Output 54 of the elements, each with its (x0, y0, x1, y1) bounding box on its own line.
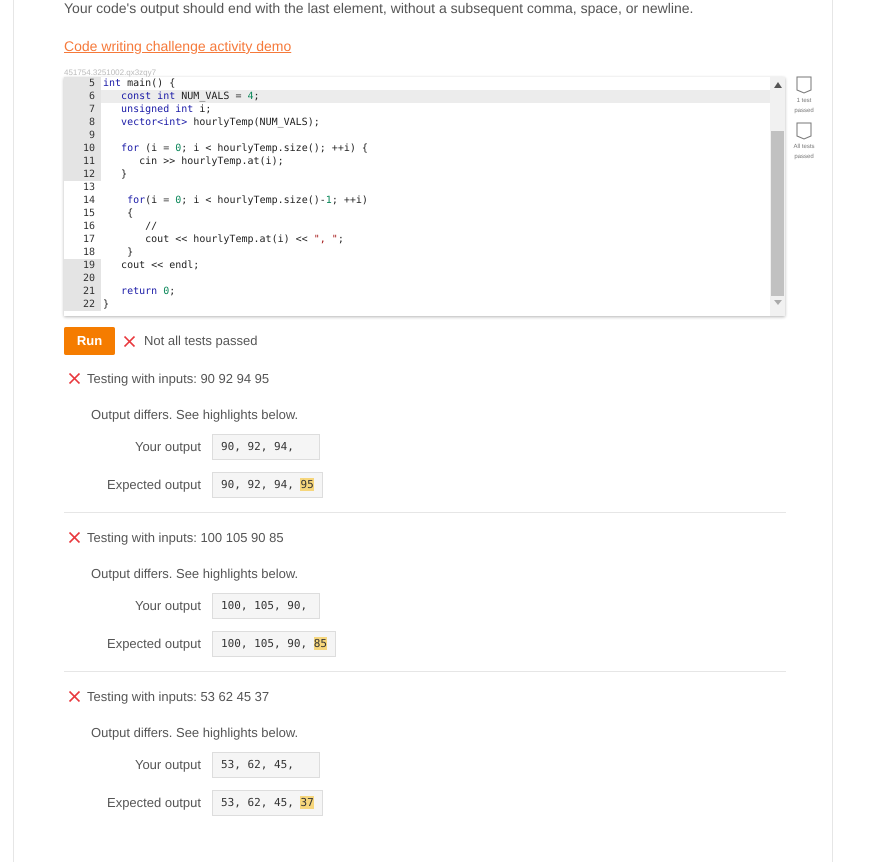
output-box: 100, 105, 90, 85 (212, 631, 336, 657)
output-label: Your output (134, 438, 201, 456)
line-number: 11 (64, 155, 101, 168)
output-label: Your output (134, 756, 201, 774)
line-number: 6 (64, 90, 101, 103)
line-number: 20 (64, 272, 101, 285)
output-label: Expected output (106, 476, 201, 494)
activity-link[interactable]: Code writing challenge activity demo (64, 36, 292, 57)
code-line: cout << endl; (120, 259, 200, 272)
code-line: int main() { (102, 77, 176, 90)
test-message: Output differs. See highlights below. (91, 564, 298, 583)
line-number: 5 (64, 77, 101, 90)
run-button[interactable]: Run (64, 327, 115, 355)
output-box: 90, 92, 94, 95 (212, 472, 323, 498)
test-message: Output differs. See highlights below. (91, 724, 298, 742)
line-number: 22 (64, 298, 101, 311)
test-title: Testing with inputs: 90 92 94 95 (87, 370, 270, 388)
code-line: cout << hourlyTemp.at(i) << ", "; (144, 233, 344, 246)
line-number: 9 (64, 129, 101, 142)
code-line: unsigned int i; (120, 103, 212, 116)
code-line: } (120, 168, 128, 181)
code-line: for (i = 0; i < hourlyTemp.size(); ++i) { (120, 142, 368, 155)
code-line: // (144, 220, 158, 233)
code-line: return 0; (120, 285, 176, 298)
output-box: 100, 105, 90, (212, 593, 320, 619)
scrollbar-thumb[interactable] (771, 131, 784, 296)
instructions-text: Your code's output should end with the last element, without a subsequent comma, space, or newline. (64, 0, 694, 16)
code-line: } (102, 298, 110, 311)
scroll-down-icon[interactable] (774, 300, 782, 305)
line-number: 19 (64, 259, 101, 272)
test-title: Testing with inputs: 53 62 45 37 (87, 688, 270, 706)
line-number: 8 (64, 116, 101, 129)
line-number: 21 (64, 285, 101, 298)
code-line: const int NUM_VALS = 4; (120, 90, 260, 103)
output-box: 53, 62, 45, (212, 752, 320, 778)
output-label: Expected output (106, 635, 201, 654)
code-line: { (126, 207, 134, 220)
test-title: Testing with inputs: 100 105 90 85 (87, 529, 284, 547)
code-line: } (126, 246, 134, 259)
scrollbar[interactable] (770, 77, 785, 316)
test-message: Output differs. See highlights below. (91, 406, 298, 424)
code-line: for(i = 0; i < hourlyTemp.size()-1; ++i) (126, 194, 368, 207)
output-box: 53, 62, 45, 37 (212, 790, 323, 816)
output-label: Your output (134, 597, 201, 616)
code-line: vector<int> hourlyTemp(NUM_VALS); (120, 116, 320, 129)
line-number: 10 (64, 142, 101, 155)
code-line: cin >> hourlyTemp.at(i); (138, 155, 284, 168)
activity-id: 451754.3251002.qx3zqy7 (64, 68, 156, 77)
line-number: 12 (64, 168, 101, 181)
status-text: Not all tests passed (144, 332, 258, 350)
line-number: 7 (64, 103, 101, 116)
output-box: 90, 92, 94, (212, 434, 320, 460)
output-label: Expected output (106, 794, 201, 812)
scroll-up-icon[interactable] (774, 82, 782, 88)
